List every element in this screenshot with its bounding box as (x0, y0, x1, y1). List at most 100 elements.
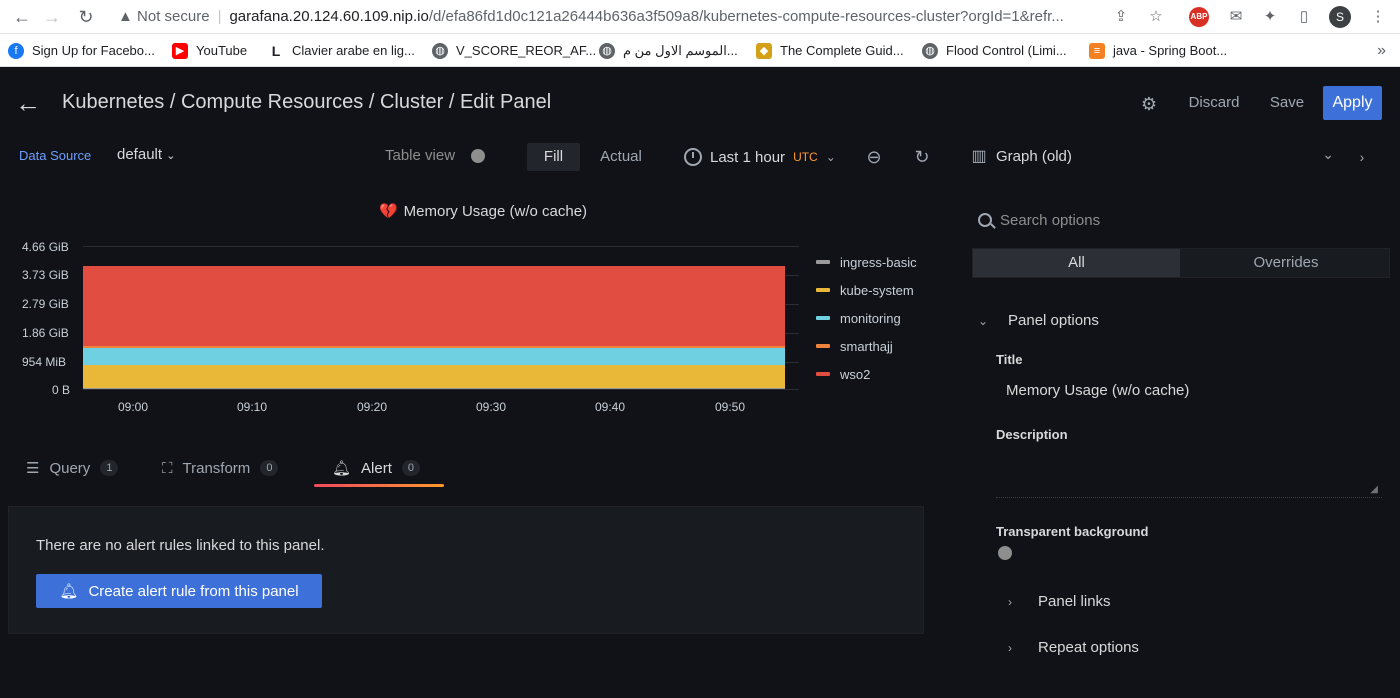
tab-all[interactable]: All (973, 249, 1180, 277)
chart-legend: ingress-basic kube-system monitoring sma… (816, 248, 917, 388)
legend-item[interactable]: wso2 (816, 360, 917, 388)
grid-line (83, 389, 799, 390)
options-tabs: All Overrides (972, 248, 1390, 278)
panel-options-header[interactable]: ⌄ Panel options (978, 312, 1099, 329)
refresh-icon[interactable]: ↻ (911, 146, 933, 168)
chevron-down-icon: ⌄ (1322, 146, 1334, 162)
grafana-header: ← Kubernetes / Compute Resources / Clust… (0, 67, 1400, 140)
chevron-right-icon: › (1008, 640, 1012, 655)
resize-handle-icon[interactable]: ◢ (1370, 484, 1378, 495)
chevron-down-icon: ⌄ (825, 150, 836, 164)
x-tick-label: 09:50 (714, 400, 746, 414)
legend-swatch (816, 316, 830, 320)
more-bookmarks-icon[interactable]: » (1377, 34, 1386, 67)
forward-icon[interactable]: → (40, 5, 64, 29)
legend-swatch (816, 344, 830, 348)
adblock-icon[interactable]: ABP (1189, 7, 1209, 27)
x-tick-label: 09:20 (356, 400, 388, 414)
graph-panel: 💔 Memory Usage (w/o cache) 4.66 GiB 3.73 … (8, 188, 928, 428)
transform-icon: ⛶ (162, 459, 173, 477)
tab-query[interactable]: ☰ Query 1 (26, 450, 119, 486)
discard-button[interactable]: Discard (1178, 86, 1250, 120)
panel-title: 💔 Memory Usage (w/o cache) (378, 203, 588, 220)
tab-overrides[interactable]: Overrides (1182, 249, 1390, 277)
facebook-icon: f (8, 42, 24, 59)
repeat-options-header[interactable]: › Repeat options (1008, 639, 1139, 656)
y-tick-label: 954 MiB (22, 355, 67, 369)
security-label: Not secure (137, 8, 210, 25)
bookmark-item[interactable]: ◍ الموسم الاول من م... (599, 34, 738, 67)
warning-icon: ▲ (118, 8, 138, 25)
reload-icon[interactable]: ↻ (74, 5, 98, 29)
bookmark-item[interactable]: ◍ Flood Control (Limi... (922, 34, 1067, 67)
tab-count-badge: 1 (100, 460, 119, 476)
fill-button[interactable]: Fill (527, 143, 580, 171)
time-range-picker[interactable]: Last 1 hour UTC ⌄ (684, 145, 836, 169)
table-view-label: Table view (385, 147, 456, 164)
tab-transform[interactable]: ⛶ Transform 0 (162, 450, 279, 486)
y-tick-label: 2.79 GiB (22, 297, 69, 311)
apply-button[interactable]: Apply (1323, 86, 1382, 120)
menu-icon[interactable]: ⋮ (1366, 5, 1390, 29)
bookmark-item[interactable]: ▶ YouTube (172, 34, 247, 67)
bookmark-item[interactable]: ◆ The Complete Guid... (756, 34, 904, 67)
bookmark-item[interactable]: f Sign Up for Facebo... (8, 34, 155, 67)
sidebar-icon[interactable]: ▯ (1292, 5, 1316, 29)
chevron-down-icon: ⌄ (166, 150, 176, 162)
visualization-picker[interactable]: ▥ Graph (old) ⌄ (968, 140, 1340, 174)
graph-icon: ▥ (971, 148, 987, 165)
actual-button[interactable]: Actual (590, 143, 652, 171)
y-tick-label: 1.86 GiB (22, 326, 69, 340)
zoom-out-icon[interactable]: ⊖ (863, 146, 885, 168)
visualization-label: Graph (old) (996, 148, 1072, 165)
description-field[interactable]: ◢ (996, 446, 1382, 498)
legend-item[interactable]: kube-system (816, 276, 917, 304)
legend-item[interactable]: monitoring (816, 304, 917, 332)
panel-links-header[interactable]: › Panel links (1008, 593, 1111, 610)
save-button[interactable]: Save (1262, 86, 1312, 120)
clock-icon (684, 148, 702, 166)
legend-item[interactable]: smarthajj (816, 332, 917, 360)
bookmark-item[interactable]: ◍ V_SCORE_REOR_AF... (432, 34, 596, 67)
search-icon (978, 213, 992, 227)
bell-icon: 🔔︎ (59, 583, 79, 600)
gear-icon[interactable]: ⚙ (1138, 93, 1160, 115)
alert-tab-content: There are no alert rules linked to this … (8, 506, 924, 634)
bookmark-item[interactable]: L Clavier arabe en lig... (268, 34, 415, 67)
back-icon[interactable]: ← (10, 5, 34, 29)
area-series-monitoring (83, 348, 785, 366)
star-icon[interactable]: ☆ (1144, 5, 1168, 29)
bookmark-item[interactable]: ≡ java - Spring Boot... (1089, 34, 1227, 67)
transparent-background-toggle[interactable] (998, 546, 1012, 560)
datasource-select[interactable]: default ⌄ (117, 146, 175, 163)
url-host: garafana.20.124.60.109.nip.io (229, 8, 429, 25)
timezone-label: UTC (793, 150, 818, 164)
x-tick-label: 09:30 (475, 400, 507, 414)
browser-toolbar: ← → ↻ ▲ Not secure | garafana.20.124.60.10… (0, 0, 1400, 34)
share-icon[interactable]: ⇪ (1109, 5, 1133, 29)
area-series-smarthajj (83, 346, 785, 349)
legend-item[interactable]: ingress-basic (816, 248, 917, 276)
title-field[interactable]: Memory Usage (w/o cache) (996, 375, 1382, 407)
table-view-toggle[interactable] (471, 149, 485, 163)
mail-icon[interactable]: ✉ (1224, 5, 1248, 29)
address-bar[interactable]: ▲ Not secure | garafana.20.124.60.109.nip.… (118, 3, 1178, 31)
transparent-background-label: Transparent background (996, 524, 1149, 539)
options-pane: Search options All Overrides ⌄ Panel opti… (968, 190, 1400, 698)
grid-line (83, 246, 799, 247)
stackoverflow-icon: ≡ (1089, 42, 1105, 59)
search-options-input[interactable]: Search options (972, 204, 1392, 236)
area-series-kube-system (83, 365, 785, 389)
datasource-label: Data Source (19, 148, 92, 163)
chevron-right-icon: › (1008, 594, 1012, 609)
chevron-right-icon[interactable]: › (1352, 146, 1372, 168)
editor-tabs: ☰ Query 1 ⛶ Transform 0 🔔︎ Alert 0 (20, 450, 924, 490)
globe-icon: ◍ (922, 42, 938, 59)
y-tick-label: 4.66 GiB (22, 240, 69, 254)
back-arrow-icon[interactable]: ← (14, 89, 42, 117)
profile-avatar[interactable]: S (1329, 6, 1351, 28)
extensions-icon[interactable]: ✦ (1258, 5, 1282, 29)
create-alert-rule-button[interactable]: 🔔︎ Create alert rule from this panel (36, 574, 322, 608)
alert-empty-message: There are no alert rules linked to this … (36, 537, 325, 554)
tab-alert[interactable]: 🔔︎ Alert 0 (332, 450, 421, 486)
